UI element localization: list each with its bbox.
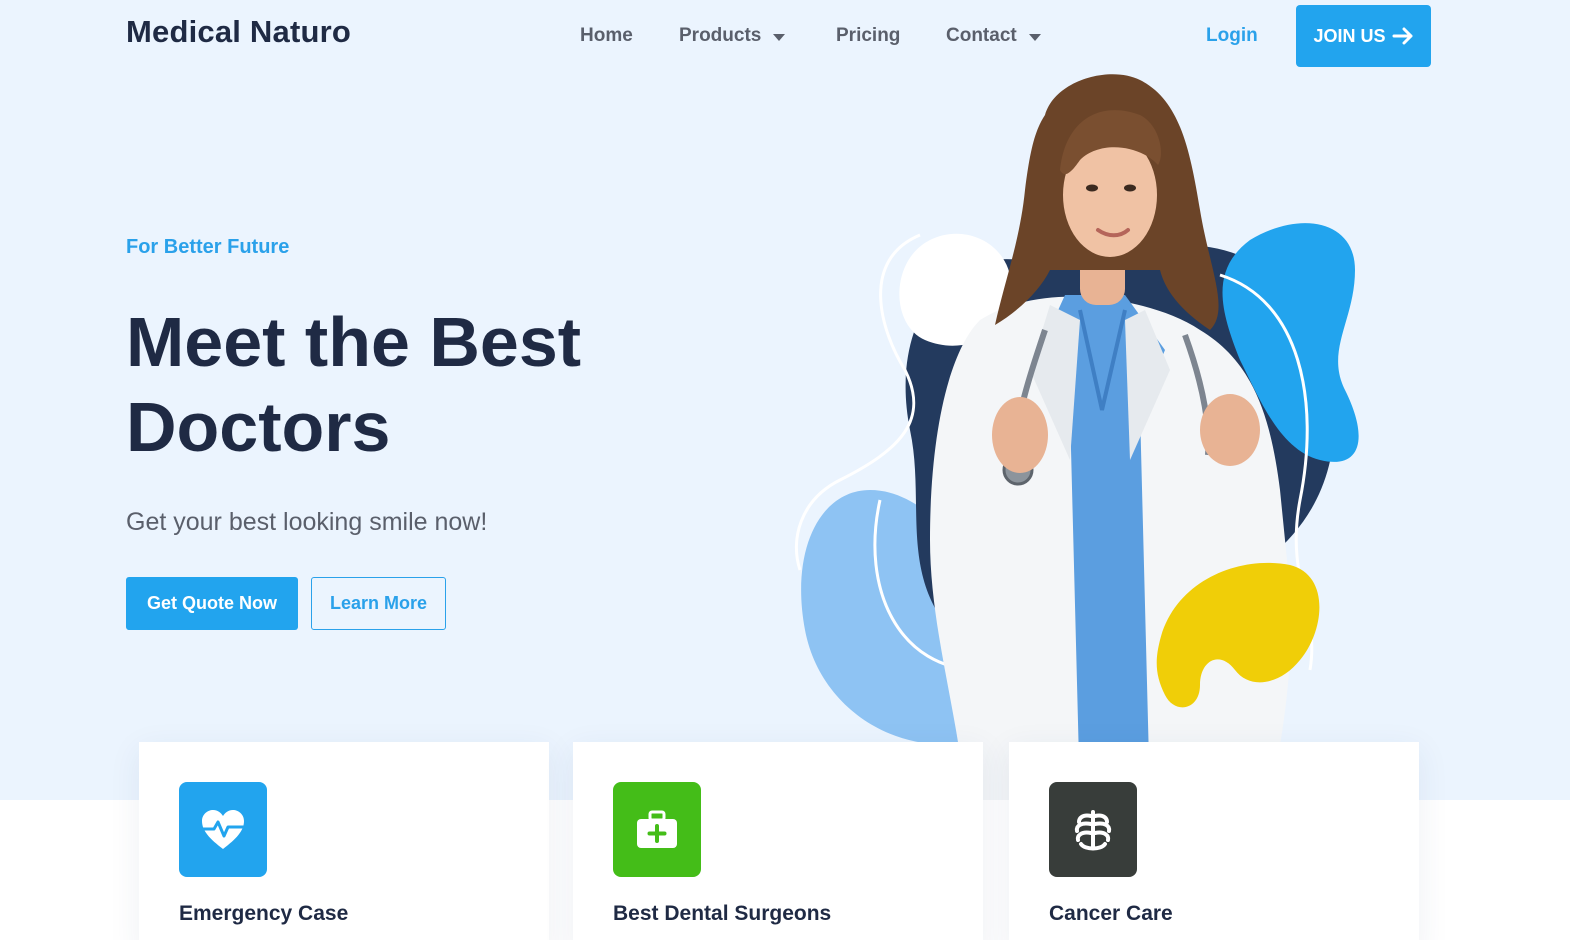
nav-item-label: Pricing	[836, 25, 901, 46]
hero-eyebrow: For Better Future	[126, 236, 290, 258]
hero-title: Meet the Best Doctors	[126, 300, 766, 470]
service-card[interactable]: Best Dental Surgeons	[573, 742, 983, 940]
service-card[interactable]: Cancer Care	[1009, 742, 1419, 940]
caret-down-icon	[773, 33, 786, 41]
nav-item-contact[interactable]: Contact	[946, 25, 1041, 47]
medical-kit-icon	[613, 782, 701, 877]
nav-item-label: Products	[679, 25, 762, 46]
join-us-label: JOIN US	[1313, 25, 1386, 46]
ribcage-icon	[1074, 809, 1112, 850]
nav-item-products[interactable]: Products	[679, 25, 786, 47]
service-card[interactable]: Emergency Case	[139, 742, 549, 940]
nav-item-label: Home	[580, 25, 633, 46]
nav-item-home[interactable]: Home	[580, 25, 633, 47]
hero-title-line: Doctors	[126, 388, 391, 466]
heart-pulse-icon	[202, 809, 244, 849]
doctor-hand	[1200, 394, 1260, 466]
caret-down-icon	[1028, 33, 1041, 41]
doctor-eye	[1086, 184, 1098, 192]
learn-more-button[interactable]: Learn More	[311, 577, 446, 630]
arrow-right-icon	[1392, 27, 1413, 45]
login-link[interactable]: Login	[1206, 25, 1258, 47]
card-title: Best Dental Surgeons	[613, 902, 832, 925]
brand-logo[interactable]: Medical Naturo	[126, 14, 351, 50]
join-us-button[interactable]: JOIN US	[1296, 5, 1431, 67]
nav-item-label: Contact	[946, 25, 1017, 46]
doctor-eye	[1124, 184, 1136, 192]
nav-item-pricing[interactable]: Pricing	[836, 25, 900, 47]
card-title: Cancer Care	[1049, 902, 1173, 925]
ribcage-icon	[1049, 782, 1137, 877]
hero-title-line: Meet the Best	[126, 303, 582, 381]
hero-subtitle: Get your best looking smile now!	[126, 508, 488, 536]
heart-pulse-icon	[179, 782, 267, 877]
doctor-illustration	[794, 74, 1359, 800]
medical-kit-icon	[637, 810, 677, 848]
doctor-hand	[992, 397, 1048, 473]
card-title: Emergency Case	[179, 902, 349, 925]
get-quote-button[interactable]: Get Quote Now	[126, 577, 298, 630]
